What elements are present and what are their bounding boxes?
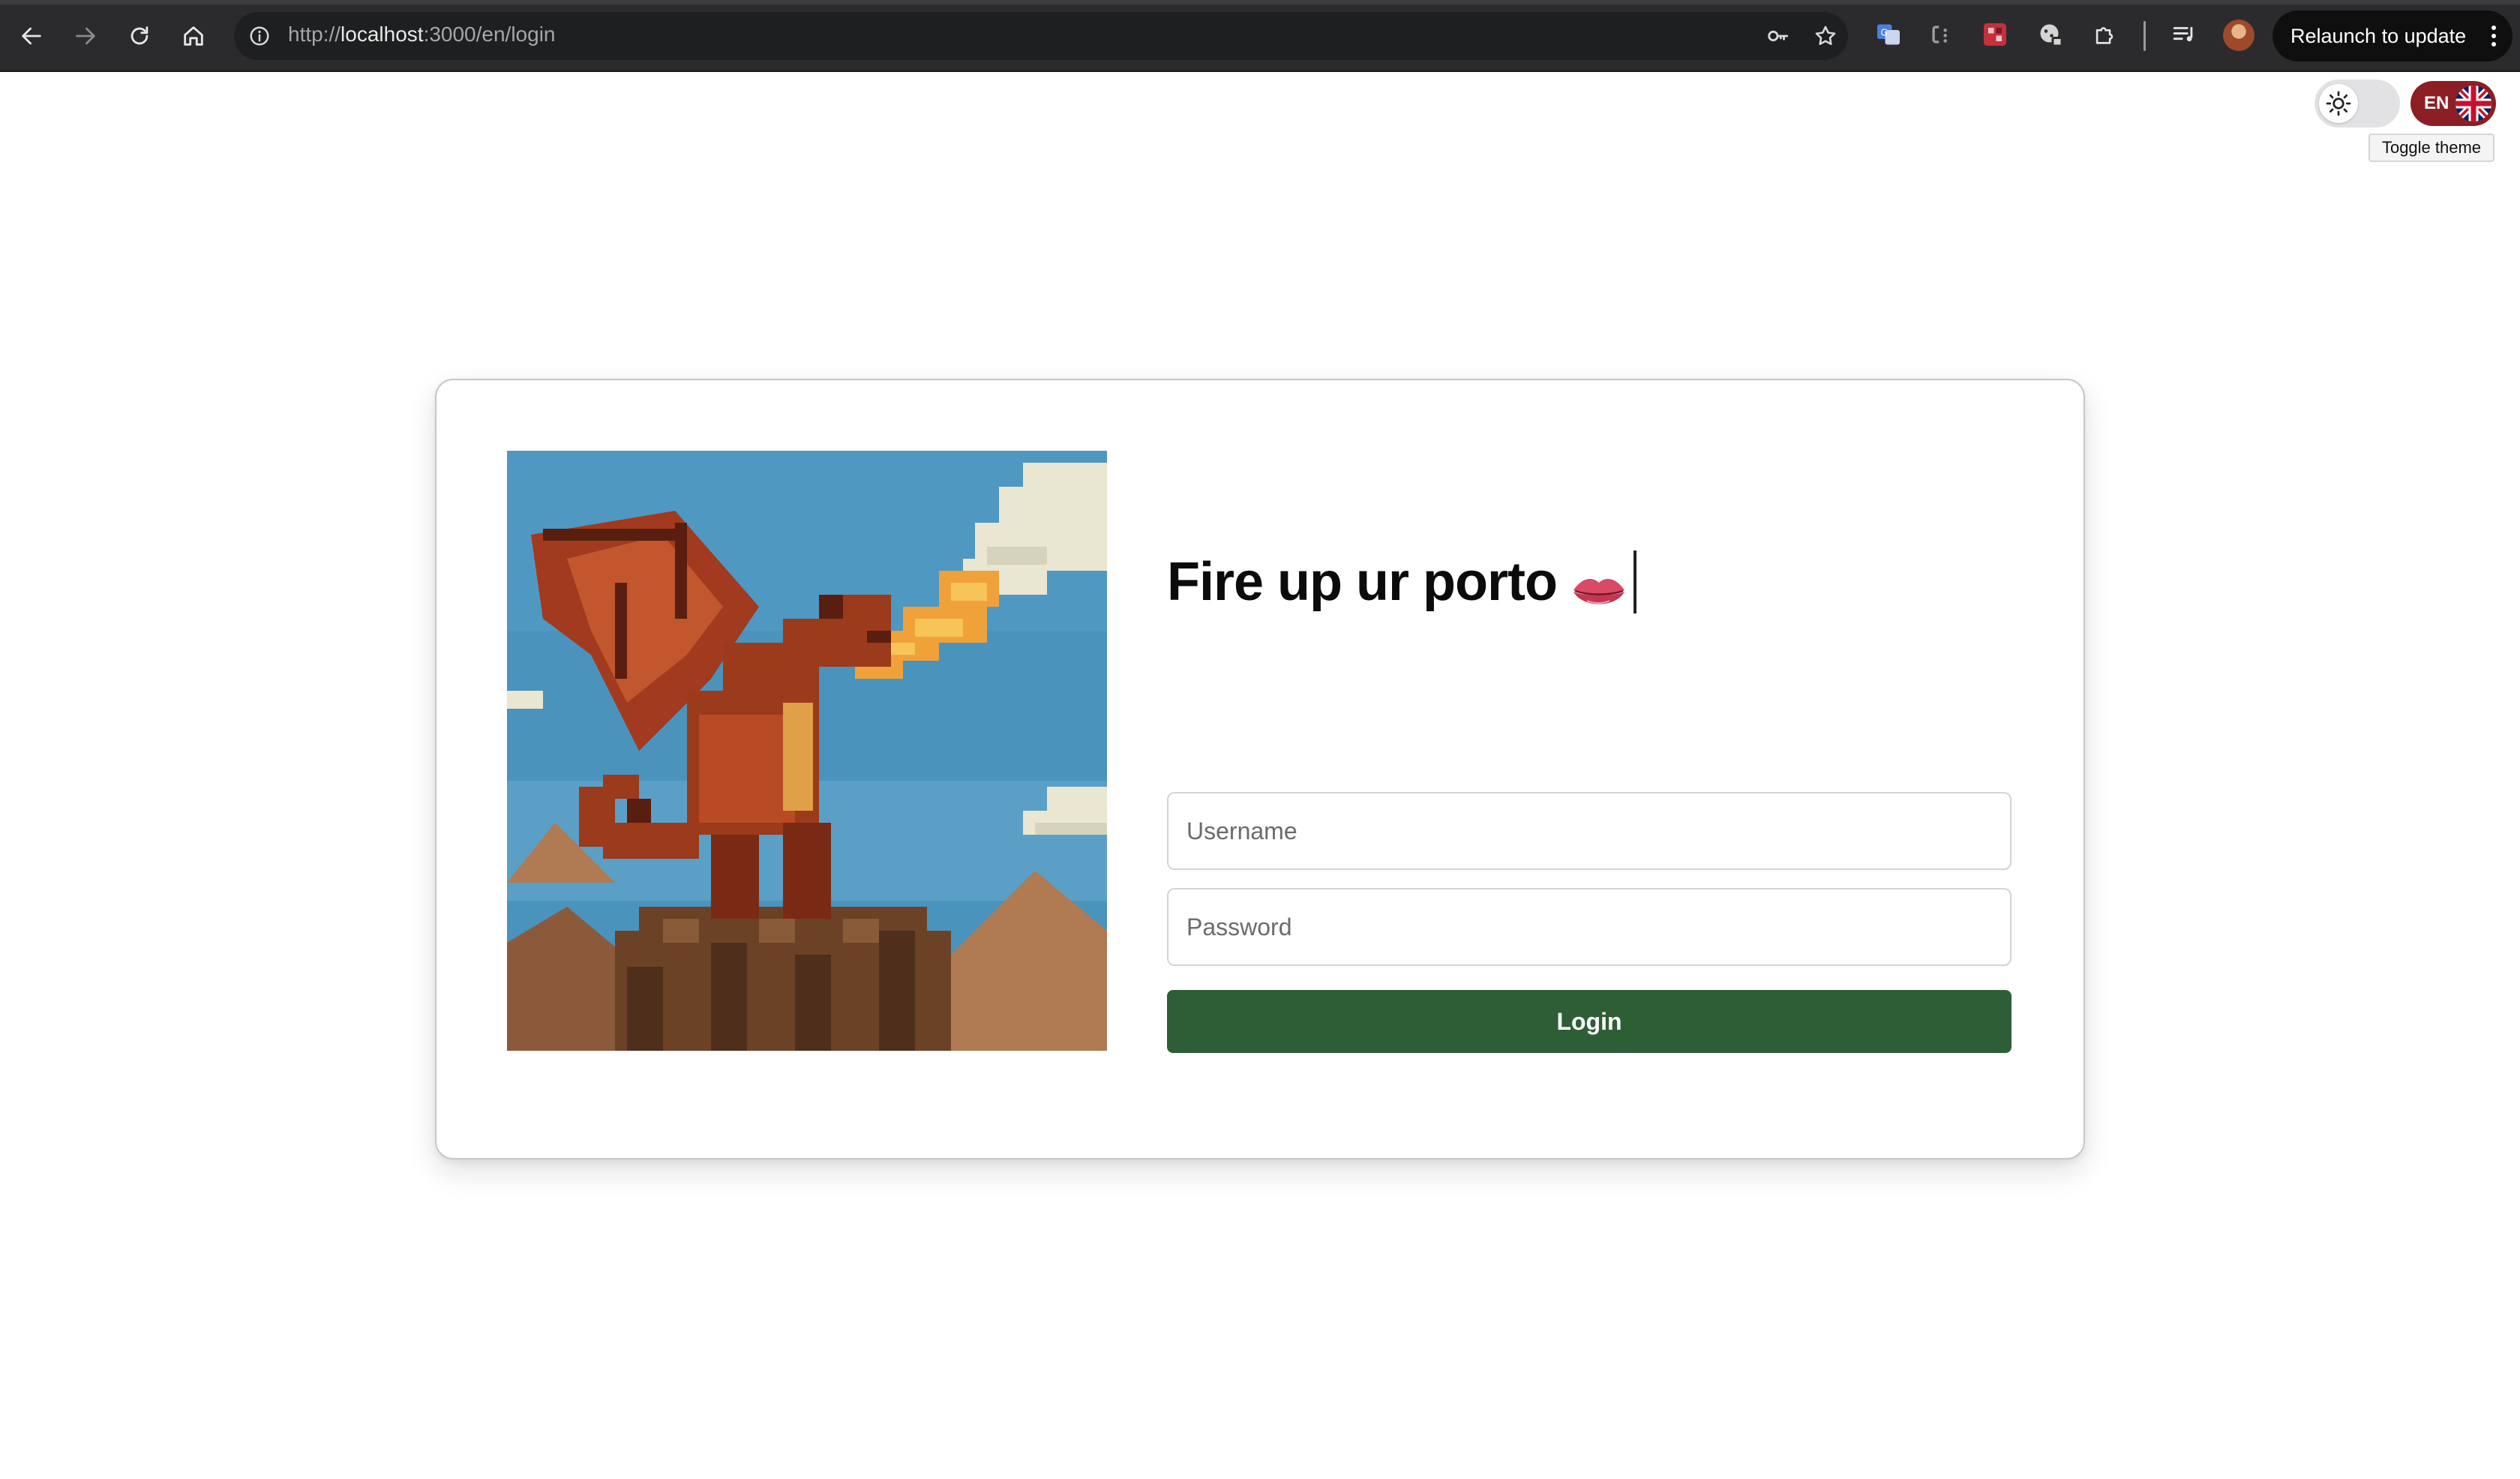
- site-info-icon[interactable]: [244, 21, 274, 51]
- lips-emoji-icon: [1570, 562, 1628, 604]
- relaunch-label: Relaunch to update: [2290, 24, 2467, 47]
- language-switcher[interactable]: EN: [2410, 81, 2496, 126]
- url-host: localhost: [340, 22, 424, 46]
- forward-button[interactable]: [64, 15, 106, 57]
- language-code: EN: [2424, 93, 2450, 113]
- arrow-left-icon: [22, 27, 41, 45]
- url-scheme: http://: [288, 22, 341, 46]
- translate-extension-icon[interactable]: G: [1872, 18, 1905, 51]
- uk-flag-icon: [2456, 86, 2492, 122]
- username-input[interactable]: [1167, 792, 2012, 870]
- password-input[interactable]: [1167, 888, 2012, 966]
- profile-avatar[interactable]: [2223, 20, 2254, 51]
- relaunch-button[interactable]: Relaunch to update: [2272, 10, 2512, 62]
- red-extension-icon[interactable]: [1978, 18, 2012, 51]
- dragon-illustration: [507, 451, 1107, 1051]
- cookie-extension-icon[interactable]: [2034, 18, 2067, 51]
- tab-strip-edge: [0, 0, 2520, 4]
- theme-tooltip: Toggle theme: [2368, 134, 2494, 162]
- url-path: :3000/en/login: [423, 22, 556, 46]
- login-button[interactable]: Login: [1167, 990, 2012, 1053]
- browser-toolbar: http://localhost:3000/en/login G Relaunc…: [0, 0, 2520, 72]
- puzzle-extensions-icon[interactable]: [2088, 18, 2121, 51]
- reload-button[interactable]: [118, 15, 160, 57]
- svg-text:G: G: [1881, 28, 1888, 38]
- arrow-right-icon: [76, 27, 95, 45]
- toolbar-divider: [2144, 21, 2146, 51]
- reload-icon: [130, 26, 148, 45]
- home-icon: [184, 26, 203, 46]
- bookmark-star-icon[interactable]: [1810, 21, 1840, 51]
- key-icon[interactable]: [1762, 21, 1792, 51]
- page-title: Fire up ur porto: [1167, 550, 1636, 614]
- title-text: Fire up ur porto: [1167, 552, 1558, 612]
- media-queue-icon[interactable]: [2168, 18, 2200, 51]
- code-extension-icon[interactable]: [1924, 18, 1958, 51]
- url-text[interactable]: http://localhost:3000/en/login: [288, 22, 556, 46]
- theme-toggle[interactable]: [2314, 80, 2400, 128]
- sun-icon: [2319, 84, 2358, 123]
- address-bar[interactable]: http://localhost:3000/en/login: [234, 12, 1848, 60]
- kebab-menu-icon: [2492, 26, 2496, 46]
- back-button[interactable]: [10, 15, 52, 57]
- text-caret: [1633, 550, 1636, 614]
- home-button[interactable]: [172, 15, 214, 57]
